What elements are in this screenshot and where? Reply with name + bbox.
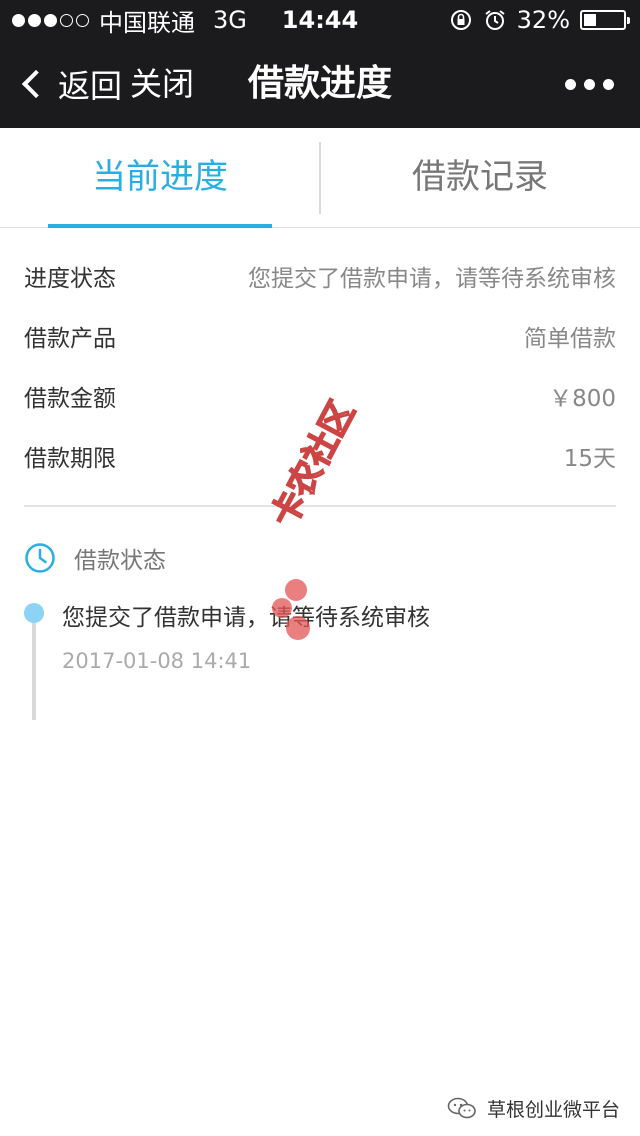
detail-label: 进度状态 <box>24 266 116 292</box>
page-title: 借款进度 <box>247 63 392 104</box>
status-section-title: 借款状态 <box>74 548 166 574</box>
detail-value: 简单借款 <box>524 326 616 352</box>
detail-value: 15天 <box>563 446 616 472</box>
section-divider <box>24 505 616 507</box>
detail-label: 借款期限 <box>24 446 116 472</box>
detail-row-loan-term: 借款期限 15天 <box>24 426 616 486</box>
detail-value: ￥800 <box>549 386 616 412</box>
detail-row-loan-amount: 借款金额 ￥800 <box>24 366 616 426</box>
detail-value: 您提交了借款申请，请等待系统审核 <box>248 266 616 292</box>
alarm-icon <box>485 10 505 30</box>
detail-row-progress-status: 进度状态 您提交了借款申请，请等待系统审核 <box>24 246 616 306</box>
rotation-lock-icon <box>450 10 471 30</box>
detail-label: 借款金额 <box>24 386 116 412</box>
tab-loan-records[interactable]: 借款记录 <box>320 128 640 228</box>
wechat-icon <box>447 1097 476 1119</box>
timeline-line <box>32 612 36 720</box>
timeline-event-text: 您提交了借款申请，请等待系统审核 <box>62 605 430 631</box>
more-dots-icon[interactable] <box>565 40 614 128</box>
detail-label: 借款产品 <box>24 326 116 352</box>
loan-details: 进度状态 您提交了借款申请，请等待系统审核 借款产品 简单借款 借款金额 ￥80… <box>24 246 616 486</box>
battery-icon <box>580 10 630 30</box>
footer-text: 草根创业微平台 <box>486 1098 620 1121</box>
footer-source: 草根创业微平台 <box>447 1092 620 1124</box>
clock-icon <box>25 543 55 573</box>
status-bar: 中国联通 3G 14:44 32% <box>0 0 640 40</box>
nav-bar: 返回 关闭 借款进度 <box>0 40 640 128</box>
battery-percent: 32% <box>516 6 570 34</box>
tab-current-progress[interactable]: 当前进度 <box>0 128 320 228</box>
status-bar-right: 32% <box>449 0 630 40</box>
loan-status-header: 借款状态 <box>24 542 166 574</box>
tab-bar: 当前进度 借款记录 <box>0 128 640 228</box>
battery-fill <box>584 14 596 26</box>
active-tab-indicator <box>48 224 272 228</box>
timeline-dot <box>24 603 44 623</box>
watermark-logo <box>272 579 310 640</box>
detail-row-loan-product: 借款产品 简单借款 <box>24 306 616 366</box>
timeline-event-time: 2017-01-08 14:41 <box>62 649 252 673</box>
